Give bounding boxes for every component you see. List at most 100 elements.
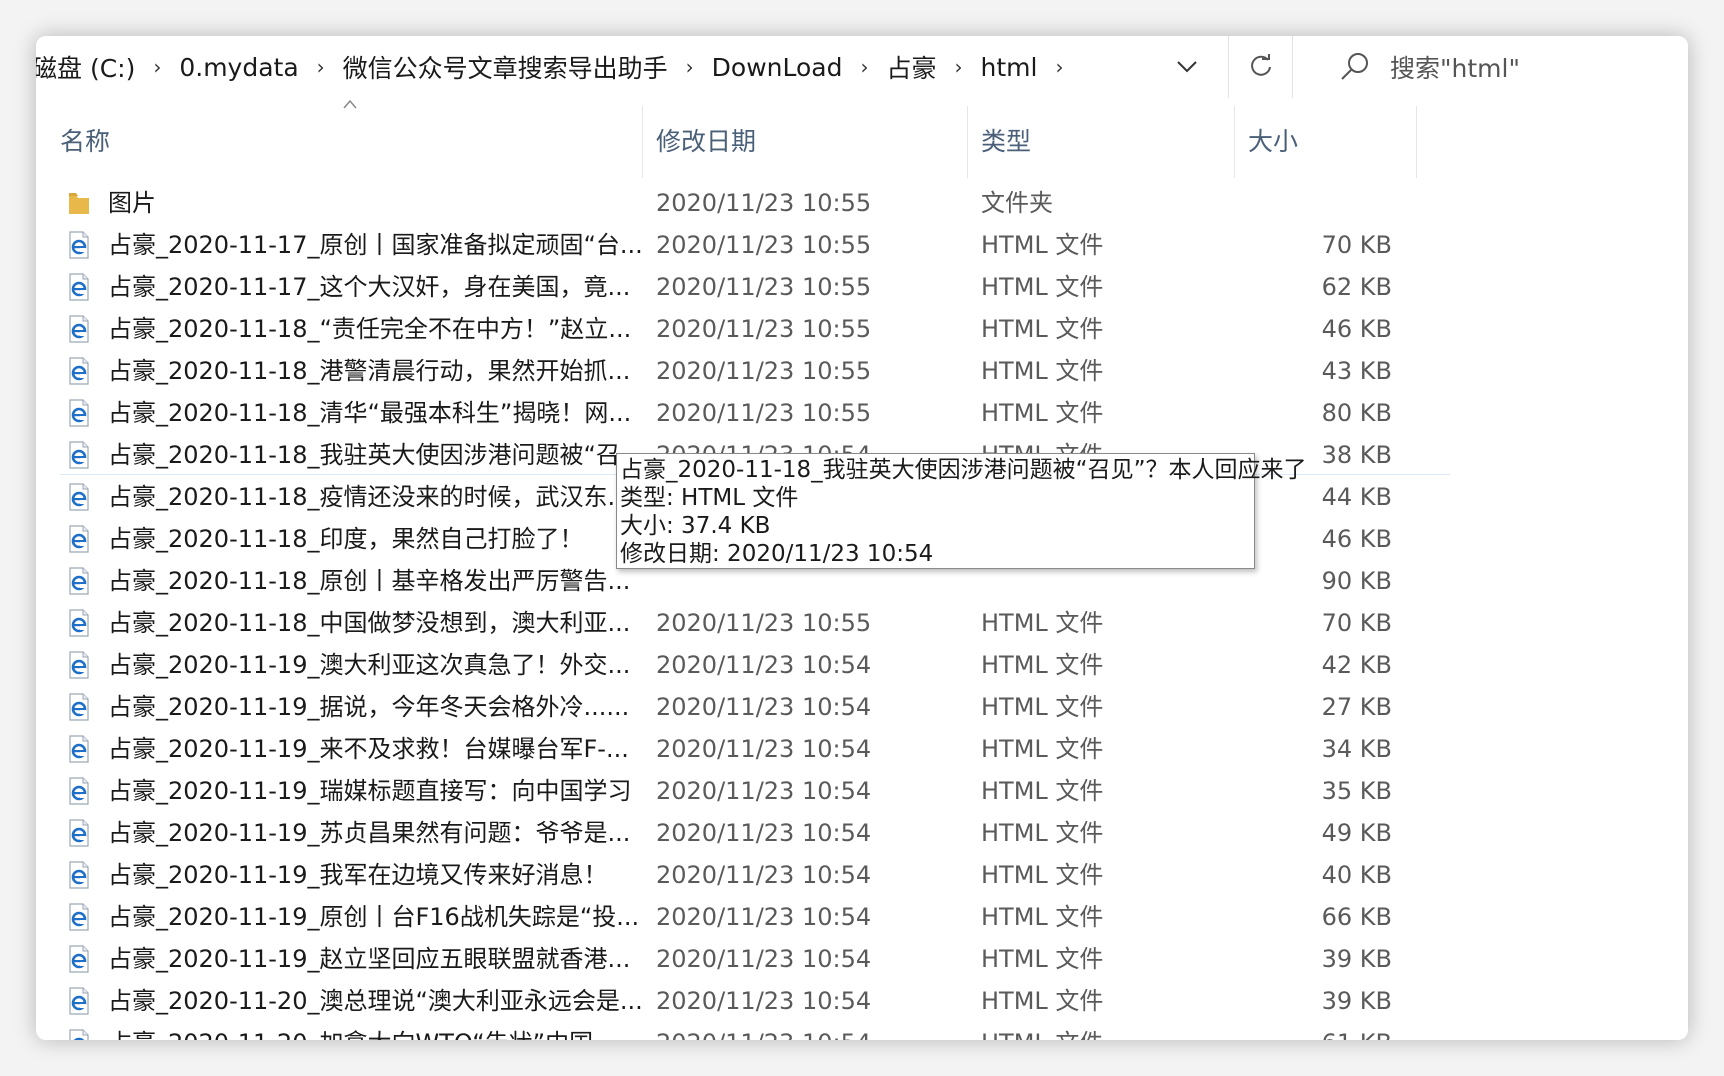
tooltip-date: 修改日期: 2020/11/23 10:54 [620,541,934,567]
html-file-icon [69,651,89,679]
file-size: 46 KB [1321,315,1392,343]
html-file-icon [69,903,89,931]
file-row[interactable]: 占豪_2020-11-19_据说，今年冬天会格外冷...... 2020/11/2… [36,686,1688,728]
column-type[interactable]: 类型 [981,98,1031,182]
file-size: 90 KB [1321,567,1392,595]
chevron-right-icon[interactable]: › [945,55,973,79]
file-size: 34 KB [1321,735,1392,763]
file-type: HTML 文件 [981,357,1104,385]
html-file-icon [69,777,89,805]
html-file-icon [69,483,89,511]
file-row[interactable]: 占豪_2020-11-19_来不及求救！台媒曝台军F-... 2020/11/23… [36,728,1688,770]
search-input[interactable]: 搜索"html" [1390,49,1520,85]
column-divider[interactable] [642,106,643,178]
breadcrumb-download[interactable]: DownLoad [704,53,851,82]
file-row[interactable]: 占豪_2020-11-18_港警清晨行动，果然开始抓... 2020/11/23 … [36,350,1688,392]
file-row[interactable]: 占豪_2020-11-18_“责任完全不在中方！”赵立... 2020/11/23… [36,308,1688,350]
html-file-icon [69,231,89,259]
breadcrumb-wechat-tool[interactable]: 微信公众号文章搜索导出助手 [335,49,676,85]
file-size: 70 KB [1321,231,1392,259]
file-name: 占豪_2020-11-18_原创丨基辛格发出严厉警告... [108,567,631,595]
chevron-right-icon[interactable]: › [850,55,878,79]
file-name: 占豪_2020-11-20_加拿大向WTO“告状”中国，... [108,1022,663,1040]
file-row[interactable]: 占豪_2020-11-19_澳大利亚这次真急了！外交... 2020/11/23 … [36,644,1688,686]
file-name: 占豪_2020-11-18_我驻英大使因涉港问题被“召... [108,441,643,469]
file-size: 44 KB [1321,483,1392,511]
html-file-icon [69,357,89,385]
file-name: 占豪_2020-11-19_来不及求救！台媒曝台军F-... [108,735,629,763]
file-date: 2020/11/23 10:54 [656,777,872,805]
search-box[interactable]: 搜索"html" [1304,36,1688,98]
chevron-right-icon[interactable]: › [307,55,335,79]
file-size: 70 KB [1321,609,1392,637]
file-type: HTML 文件 [981,651,1104,679]
refresh-icon [1251,54,1271,76]
file-name: 占豪_2020-11-19_我军在边境又传来好消息！ [108,861,608,889]
file-name: 图片 [108,189,156,217]
file-row[interactable]: 占豪_2020-11-20_澳总理说“澳大利亚永远会是... 2020/11/23… [36,980,1688,1022]
file-date: 2020/11/23 10:55 [656,357,872,385]
chevron-right-icon[interactable]: › [1045,55,1073,79]
file-row[interactable]: 占豪_2020-11-18_中国做梦没想到，澳大利亚... 2020/11/23 … [36,602,1688,644]
file-type: HTML 文件 [981,399,1104,427]
column-size[interactable]: 大小 [1248,98,1298,182]
file-size: 46 KB [1321,525,1392,553]
column-divider[interactable] [1416,106,1417,178]
file-size: 43 KB [1321,357,1392,385]
html-file-icon [69,735,89,763]
file-size: 80 KB [1321,399,1392,427]
sort-ascending-icon [343,99,357,109]
file-name: 占豪_2020-11-17_原创丨国家准备拟定顽固“台... [108,231,643,259]
file-name: 占豪_2020-11-19_澳大利亚这次真急了！外交... [108,651,631,679]
file-date: 2020/11/23 10:54 [656,651,872,679]
file-type: HTML 文件 [981,987,1104,1015]
column-divider[interactable] [967,106,968,178]
file-size: 35 KB [1321,777,1392,805]
file-size: 39 KB [1321,945,1392,973]
address-history-dropdown[interactable] [1146,36,1229,98]
file-name: 占豪_2020-11-18_印度，果然自己打脸了！ [108,525,584,553]
chevron-right-icon[interactable]: › [143,55,171,79]
file-row[interactable]: 占豪_2020-11-19_原创丨台F16战机失踪是“投... 2020/11/2… [36,896,1688,938]
file-name: 占豪_2020-11-19_赵立坚回应五眼联盟就香港... [108,945,631,973]
file-name: 占豪_2020-11-19_原创丨台F16战机失踪是“投... [108,903,640,931]
file-row[interactable]: 占豪_2020-11-17_原创丨国家准备拟定顽固“台... 2020/11/23… [36,224,1688,266]
file-size: 66 KB [1321,903,1392,931]
breadcrumb-zhanhao[interactable]: 占豪 [878,49,944,85]
file-date: 2020/11/23 10:54 [656,819,872,847]
file-date: 2020/11/23 10:54 [656,735,872,763]
file-row[interactable]: 占豪_2020-11-19_我军在边境又传来好消息！ 2020/11/23 10:… [36,854,1688,896]
explorer-window: 磁盘 (C:) › 0.mydata › 微信公众号文章搜索导出助手 › Dow… [36,36,1688,1040]
file-size: 27 KB [1321,693,1392,721]
file-type: HTML 文件 [981,315,1104,343]
address-bar[interactable]: 磁盘 (C:) › 0.mydata › 微信公众号文章搜索导出助手 › Dow… [36,36,1688,98]
html-file-icon [69,1029,89,1040]
breadcrumb-mydata[interactable]: 0.mydata [171,53,306,82]
column-name[interactable]: 名称 [60,98,110,182]
file-row[interactable]: 占豪_2020-11-19_瑞媒标题直接写：向中国学习 2020/11/23 10… [36,770,1688,812]
file-date: 2020/11/23 10:54 [656,1022,871,1040]
column-divider[interactable] [1234,106,1235,178]
file-type: HTML 文件 [981,861,1104,889]
file-row[interactable]: 占豪_2020-11-19_赵立坚回应五眼联盟就香港... 2020/11/23 … [36,938,1688,980]
refresh-button[interactable] [1230,36,1293,98]
file-type: HTML 文件 [981,609,1104,637]
file-row[interactable]: 占豪_2020-11-19_苏贞昌果然有问题：爷爷是... 2020/11/23 … [36,812,1688,854]
file-size: 42 KB [1321,651,1392,679]
file-date: 2020/11/23 10:55 [656,315,872,343]
folder-row[interactable]: 图片 2020/11/23 10:55 文件夹 [36,182,1688,224]
file-row[interactable]: 占豪_2020-11-18_清华“最强本科生”揭晓！网... 2020/11/23… [36,392,1688,434]
html-file-icon [69,861,89,889]
file-name: 占豪_2020-11-17_这个大汉奸，身在美国，竟... [108,273,631,301]
breadcrumb-drive[interactable]: 磁盘 (C:) [36,49,143,85]
html-file-icon [69,399,89,427]
breadcrumb-html[interactable]: html [973,53,1046,82]
file-name: 占豪_2020-11-18_中国做梦没想到，澳大利亚... [108,609,631,637]
chevron-right-icon[interactable]: › [676,55,704,79]
html-file-icon [69,567,89,595]
html-file-icon [69,987,89,1015]
file-row[interactable]: 占豪_2020-11-17_这个大汉奸，身在美国，竟... 2020/11/23 … [36,266,1688,308]
file-size: 61 KB [1322,1022,1392,1040]
file-row[interactable]: 占豪_2020-11-20_加拿大向WTO“告状”中国，...2020/11/2… [36,1022,1688,1040]
column-date[interactable]: 修改日期 [656,98,756,182]
